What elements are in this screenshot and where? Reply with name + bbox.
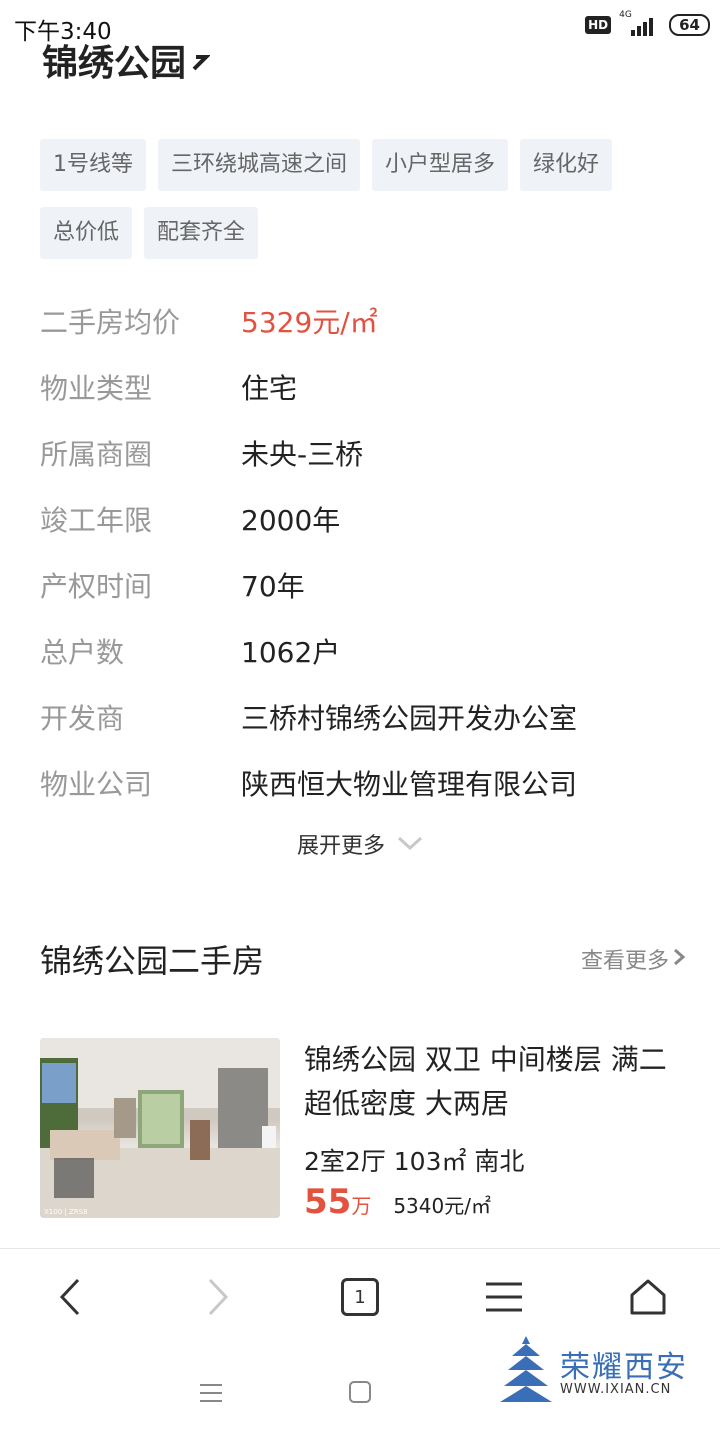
listing-photo[interactable]: X100 | ZRS8 <box>40 1038 280 1218</box>
pagoda-logo-icon <box>500 1336 552 1402</box>
info-value: 陕西恒大物业管理有限公司 <box>241 768 578 801</box>
watermark: 荣耀西安 WWW.IXIAN.CN <box>500 1336 690 1406</box>
chevron-right-icon <box>190 42 211 86</box>
back-arrow-icon <box>59 1278 80 1316</box>
menu-button[interactable] <box>476 1271 532 1323</box>
total-price-value: 55 <box>304 1182 352 1222</box>
info-value: 1062户 <box>241 636 341 669</box>
hd-icon: HD <box>585 16 612 34</box>
recent-apps-icon <box>200 1384 222 1402</box>
recent-apps-button[interactable] <box>198 1381 224 1405</box>
battery-icon: 64 <box>669 14 710 36</box>
signal-icon: 4G <box>619 10 661 36</box>
feature-tag: 绿化好 <box>520 139 613 191</box>
view-more-label: 查看更多 <box>580 949 669 974</box>
info-label: 总户数 <box>40 636 125 669</box>
watermark-text: 荣耀西安 <box>560 1350 688 1385</box>
community-info-list: 二手房均价 5329元/㎡ 物业类型 住宅 所属商圈 未央-三桥 竣工年限 20… <box>40 288 577 816</box>
info-value: 三桥村锦绣公园开发办公室 <box>241 702 578 735</box>
feature-tags: 1号线等 三环绕城高速之间 小户型居多 绿化好 总价低 配套齐全 <box>40 139 690 259</box>
forward-button[interactable] <box>190 1271 246 1323</box>
feature-tag: 配套齐全 <box>144 207 259 259</box>
chevron-down-icon <box>397 832 423 857</box>
info-label: 所属商圈 <box>40 438 153 471</box>
tabs-button[interactable]: 1 <box>332 1271 388 1323</box>
second-hand-header: 锦绣公园二手房 查看更多 <box>40 936 686 982</box>
section-title: 锦绣公园二手房 <box>40 942 265 980</box>
square-icon <box>349 1381 371 1403</box>
info-row-property-company: 物业公司 陕西恒大物业管理有限公司 <box>40 750 577 816</box>
info-label: 产权时间 <box>40 570 153 603</box>
status-time: 下午3:40 <box>14 19 112 45</box>
info-value: 未央-三桥 <box>241 438 364 471</box>
feature-tag: 小户型居多 <box>372 139 509 191</box>
info-label: 物业类型 <box>40 372 153 405</box>
info-label: 物业公司 <box>40 768 153 801</box>
home-icon <box>630 1279 666 1315</box>
info-label: 二手房均价 <box>40 306 181 339</box>
tab-count: 1 <box>354 1286 366 1308</box>
menu-icon <box>486 1282 522 1312</box>
info-row-completion-year: 竣工年限 2000年 <box>40 486 577 552</box>
listing-price-row: 55万 5340元/㎡ <box>304 1182 689 1222</box>
community-name: 锦绣公园 <box>42 43 187 84</box>
info-value: 2000年 <box>241 504 341 537</box>
photo-caption: X100 | ZRS8 <box>44 1208 88 1216</box>
expand-more-button[interactable]: 展开更多 <box>0 828 720 860</box>
info-row-average-price: 二手房均价 5329元/㎡ <box>40 288 577 354</box>
feature-tag: 1号线等 <box>40 139 146 191</box>
listing-info: 锦绣公园 双卫 中间楼层 满二 超低密度 大两居 2室2厅 103㎡ 南北 55… <box>304 1038 689 1222</box>
feature-tag: 三环绕城高速之间 <box>158 139 361 191</box>
tabs-icon: 1 <box>341 1278 379 1316</box>
info-row-property-type: 物业类型 住宅 <box>40 354 577 420</box>
unit-price: 5340元/㎡ <box>393 1194 491 1218</box>
info-row-business-area: 所属商圈 未央-三桥 <box>40 420 577 486</box>
home-button[interactable] <box>620 1271 676 1323</box>
listing-specs: 2室2厅 103㎡ 南北 <box>304 1147 525 1176</box>
info-label: 竣工年限 <box>40 504 153 537</box>
info-label: 开发商 <box>40 702 125 735</box>
info-value: 70年 <box>241 570 305 603</box>
info-row-developer: 开发商 三桥村锦绣公园开发办公室 <box>40 684 577 750</box>
total-price: 55万 <box>304 1182 371 1222</box>
expand-more-label: 展开更多 <box>296 834 385 859</box>
total-price-unit: 万 <box>351 1194 372 1218</box>
listing-title: 锦绣公园 双卫 中间楼层 满二 超低密度 大两居 <box>304 1043 667 1120</box>
browser-toolbar: 1 <box>0 1248 720 1346</box>
feature-tag: 总价低 <box>40 207 133 259</box>
forward-arrow-icon <box>208 1278 229 1316</box>
view-more-link[interactable]: 查看更多 <box>580 943 686 975</box>
status-icons: HD 4G 64 <box>585 10 710 36</box>
back-button[interactable] <box>42 1271 98 1323</box>
listing-card[interactable]: X100 | ZRS8 锦绣公园 双卫 中间楼层 满二 超低密度 大两居 2室2… <box>40 1038 685 1222</box>
chevron-right-icon <box>673 947 686 972</box>
network-type-label: 4G <box>619 10 632 20</box>
watermark-url: WWW.IXIAN.CN <box>560 1382 672 1397</box>
info-value: 5329元/㎡ <box>241 306 378 339</box>
community-title[interactable]: 锦绣公园 <box>42 42 211 86</box>
info-value: 住宅 <box>241 372 298 405</box>
info-row-households: 总户数 1062户 <box>40 618 577 684</box>
info-row-property-rights: 产权时间 70年 <box>40 552 577 618</box>
home-nav-button[interactable] <box>348 1380 372 1404</box>
